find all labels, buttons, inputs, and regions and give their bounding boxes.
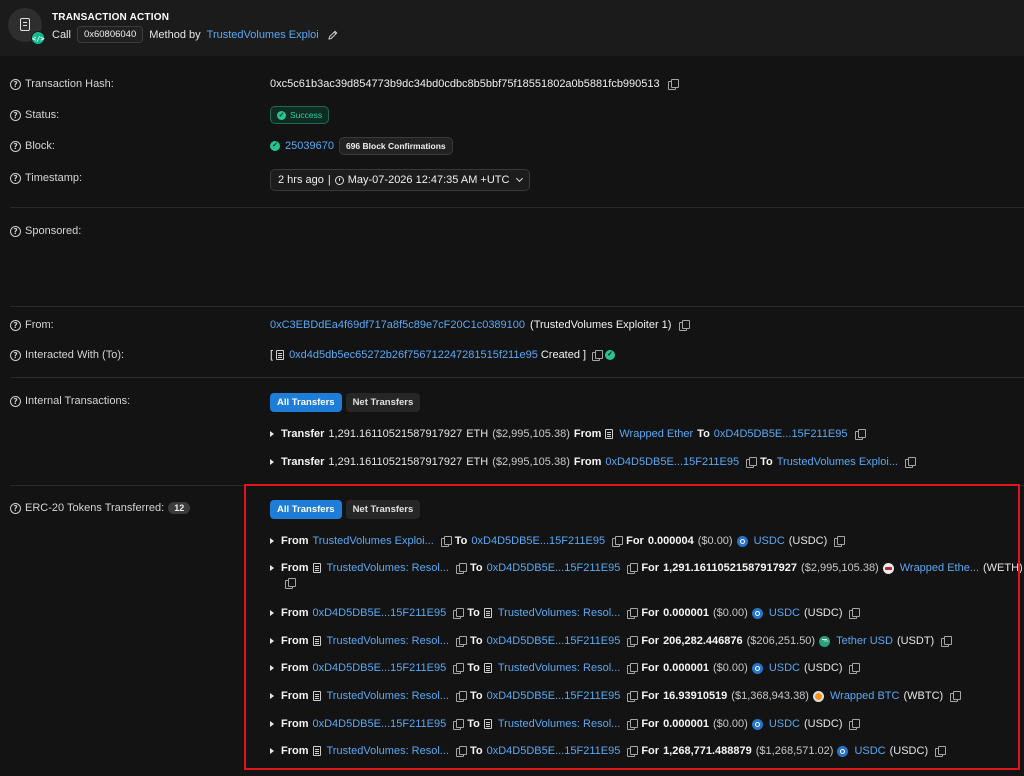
divider <box>10 207 1024 208</box>
copy-icon[interactable] <box>746 456 758 468</box>
internal-transactions-label: ? Internal Transactions: <box>10 395 130 407</box>
to-link[interactable]: TrustedVolumes Exploi... <box>777 456 898 468</box>
to-link[interactable]: 0xD4D5DB5E...15F211E95 <box>714 428 848 440</box>
internal-transaction-row: Transfer 1,291.16110521587917927 ETH ($2,99… <box>270 456 916 468</box>
help-icon: ? <box>10 319 21 331</box>
transfer-label: Transfer <box>281 428 325 440</box>
from-address-link[interactable]: 0xC3EBDdEa4f69df717a8f5c89e7cF20C1c03891… <box>270 319 525 331</box>
divider <box>10 306 1024 307</box>
copy-icon[interactable] <box>854 428 866 440</box>
to-label: To <box>697 428 710 440</box>
transfer-amount: 1,291.16110521587917927 <box>328 428 463 440</box>
highlight-box <box>244 484 1020 770</box>
help-icon: ? <box>10 225 21 237</box>
method-id-badge: 0x60806040 <box>76 26 144 43</box>
tab-all-transfers[interactable]: All Transfers <box>270 393 342 412</box>
check-circle-icon: ✓ <box>270 141 280 151</box>
block-link[interactable]: 25039670 <box>285 140 334 152</box>
tx-hash-value: 0xc5c61b3ac39d854773b9dc34bd0cdbc8b5bbf7… <box>270 78 679 90</box>
transfer-usd: ($2,995,105.38) <box>492 428 570 440</box>
from-label: ? From: <box>10 319 54 331</box>
help-icon: ? <box>10 395 21 407</box>
internal-tabs: All Transfers Net Transfers <box>270 393 421 412</box>
call-label: Call <box>52 28 71 41</box>
tab-net-transfers[interactable]: Net Transfers <box>345 393 421 412</box>
sponsored-label: ? Sponsored: <box>10 225 81 237</box>
transfer-unit: ETH <box>466 428 489 440</box>
interacted-with-value: [0xd4d5db5ec65272b26f756712247281515f211… <box>270 349 616 361</box>
status-label: ? Status: <box>10 109 59 121</box>
help-icon: ? <box>10 78 21 90</box>
clock-icon <box>334 175 344 185</box>
erc20-count-badge: 12 <box>168 502 191 514</box>
contract-icon <box>276 350 285 360</box>
transfer-amount: 1,291.16110521587917927 <box>328 456 463 468</box>
document-icon <box>20 18 30 31</box>
method-target-link[interactable]: TrustedVolumes Exploi <box>207 29 319 41</box>
from-label: From <box>573 456 602 468</box>
copy-icon[interactable] <box>904 456 916 468</box>
transaction-action-row: Call 0x60806040 Method by TrustedVolumes… <box>52 26 339 43</box>
copy-icon[interactable] <box>679 319 691 331</box>
tx-hash-label: ? Transaction Hash: <box>10 78 114 90</box>
status-badge: ✓ Success <box>270 106 330 124</box>
divider <box>10 377 1024 378</box>
confirmations-badge: 696 Block Confirmations <box>338 137 453 155</box>
help-icon: ? <box>10 140 21 152</box>
help-icon: ? <box>10 349 21 361</box>
transaction-action-bar: </> TRANSACTION ACTION Call 0x60806040 M… <box>0 0 1024 56</box>
help-icon: ? <box>10 502 21 514</box>
copy-icon[interactable] <box>592 349 604 361</box>
expand-arrow-icon[interactable] <box>270 431 274 437</box>
timestamp-dropdown[interactable]: 2 hrs ago | May-07-2026 12:47:35 AM +UTC <box>270 169 531 191</box>
verified-icon: ✓ <box>605 350 616 360</box>
from-name: (TrustedVolumes Exploiter 1) <box>530 319 672 331</box>
code-icon: </> <box>31 31 45 45</box>
erc20-label: ? ERC-20 Tokens Transferred: 12 <box>10 502 191 514</box>
timestamp-value: 2 hrs ago | May-07-2026 12:47:35 AM +UTC <box>270 169 531 191</box>
expand-arrow-icon[interactable] <box>270 459 274 465</box>
from-link[interactable]: 0xD4D5DB5E...15F211E95 <box>605 456 739 468</box>
chevron-down-icon <box>516 174 524 183</box>
contract-icon <box>605 429 614 439</box>
transaction-action-icon: </> <box>8 8 45 45</box>
transaction-action-title: TRANSACTION ACTION <box>52 12 170 23</box>
copy-icon[interactable] <box>667 78 679 90</box>
pencil-icon[interactable] <box>327 29 339 41</box>
interacted-with-label: ? Interacted With (To): <box>10 349 124 361</box>
to-label: To <box>760 456 773 468</box>
transfer-unit: ETH <box>466 456 489 468</box>
transfer-label: Transfer <box>281 456 325 468</box>
method-by-label: Method by <box>149 28 201 41</box>
block-label: ? Block: <box>10 140 55 152</box>
block-value: ✓ 25039670 696 Block Confirmations <box>270 137 453 155</box>
help-icon: ? <box>10 109 21 121</box>
transfer-usd: ($2,995,105.38) <box>492 456 570 468</box>
from-label: From <box>573 428 602 440</box>
from-link[interactable]: Wrapped Ether <box>619 428 693 440</box>
help-icon: ? <box>10 172 21 184</box>
status-value: ✓ Success <box>270 106 330 124</box>
tx-hash: 0xc5c61b3ac39d854773b9dc34bd0cdbc8b5bbf7… <box>270 78 660 90</box>
from-value: 0xC3EBDdEa4f69df717a8f5c89e7cF20C1c03891… <box>270 319 691 331</box>
timestamp-label: ? Timestamp: <box>10 172 82 184</box>
internal-transaction-row: Transfer 1,291.16110521587917927 ETH ($2,99… <box>270 428 866 440</box>
check-circle-icon: ✓ <box>277 110 286 120</box>
to-address-link[interactable]: 0xd4d5db5ec65272b26f756712247281515f211e… <box>289 349 538 361</box>
